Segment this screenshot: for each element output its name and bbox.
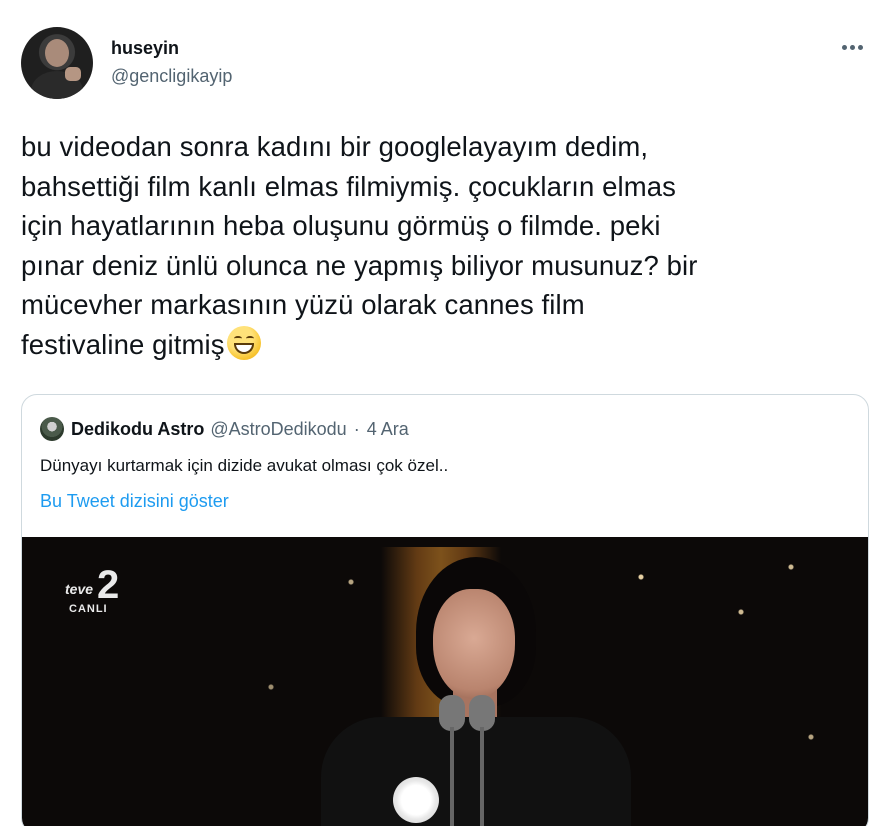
more-options-icon[interactable] — [837, 37, 867, 57]
quoted-tweet[interactable]: Dedikodu Astro @AstroDedikodu · 4 Ara Dü… — [21, 394, 869, 826]
show-thread-link[interactable]: Bu Tweet dizisini göster — [40, 491, 229, 512]
tweet-header: huseyin @gencligikayip — [21, 27, 867, 103]
quoted-tweet-header: Dedikodu Astro @AstroDedikodu · 4 Ara — [40, 417, 409, 441]
tweet-text: bu videodan sonra kadını bir googlelayay… — [21, 131, 698, 360]
author-name[interactable]: huseyin — [111, 38, 179, 59]
camellia-brooch — [393, 777, 439, 823]
meta-separator: · — [353, 418, 360, 439]
quoted-tweet-date[interactable]: 4 Ara — [367, 419, 409, 440]
author-avatar[interactable] — [21, 27, 93, 99]
quoted-tweet-media[interactable]: teve 2 CANLI — [22, 537, 868, 826]
quoted-author-name: Dedikodu Astro — [71, 418, 205, 439]
grinning-face-emoji-icon — [226, 325, 261, 360]
quoted-author-avatar — [40, 417, 64, 441]
author-handle[interactable]: @gencligikayip — [111, 66, 232, 87]
quoted-author-handle: @AstroDedikodu — [210, 418, 347, 439]
quoted-tweet-text: Dünyayı kurtarmak için dizide avukat olm… — [40, 456, 449, 475]
